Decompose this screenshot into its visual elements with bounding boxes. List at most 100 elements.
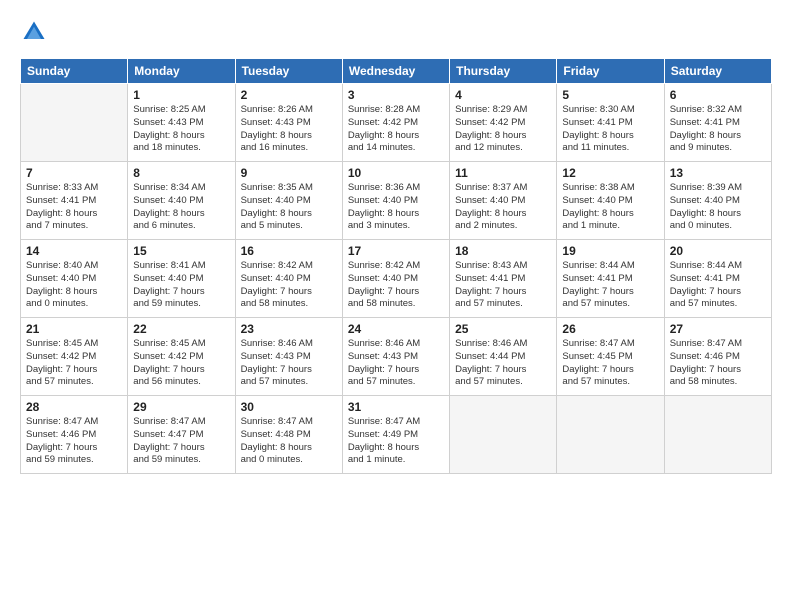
day-info: Sunrise: 8:46 AM Sunset: 4:43 PM Dayligh… bbox=[348, 338, 444, 389]
day-number: 17 bbox=[348, 244, 444, 258]
calendar-header-wednesday: Wednesday bbox=[342, 59, 449, 84]
logo-icon bbox=[20, 18, 48, 46]
calendar-cell: 4 Sunrise: 8:29 AM Sunset: 4:42 PM Daylig… bbox=[450, 84, 557, 162]
calendar-cell: 16 Sunrise: 8:42 AM Sunset: 4:40 PM Dayli… bbox=[235, 240, 342, 318]
calendar-cell: 2Sunrise: 8:26 AM Sunset: 4:43 PM Daylig… bbox=[235, 84, 342, 162]
calendar-week-row: 1 Sunrise: 8:25 AM Sunset: 4:43 PM Daylig… bbox=[21, 84, 772, 162]
calendar-cell bbox=[557, 396, 664, 474]
day-number: 4 bbox=[455, 88, 551, 102]
day-info: Sunrise: 8:45 AM Sunset: 4:42 PM Dayligh… bbox=[133, 338, 229, 389]
calendar-cell: 22 Sunrise: 8:45 AM Sunset: 4:42 PM Dayli… bbox=[128, 318, 235, 396]
day-info: Sunrise: 8:42 AM Sunset: 4:40 PM Dayligh… bbox=[348, 260, 444, 311]
day-info: Sunrise: 8:40 AM Sunset: 4:40 PM Dayligh… bbox=[26, 260, 122, 311]
day-info: Sunrise: 8:25 AM Sunset: 4:43 PM Dayligh… bbox=[133, 104, 229, 155]
calendar-cell: 1 Sunrise: 8:25 AM Sunset: 4:43 PM Daylig… bbox=[128, 84, 235, 162]
calendar-header-saturday: Saturday bbox=[664, 59, 771, 84]
day-info: Sunrise: 8:45 AM Sunset: 4:42 PM Dayligh… bbox=[26, 338, 122, 389]
calendar-cell: 20 Sunrise: 8:44 AM Sunset: 4:41 PM Dayli… bbox=[664, 240, 771, 318]
day-number: 1 bbox=[133, 88, 229, 102]
day-number: 3 bbox=[348, 88, 444, 102]
calendar-cell: 7 Sunrise: 8:33 AM Sunset: 4:41 PM Daylig… bbox=[21, 162, 128, 240]
day-info: Sunrise: 8:47 AM Sunset: 4:46 PM Dayligh… bbox=[670, 338, 766, 389]
day-number: 6 bbox=[670, 88, 766, 102]
day-info: Sunrise: 8:35 AM Sunset: 4:40 PM Dayligh… bbox=[241, 182, 337, 233]
calendar-cell: 6 Sunrise: 8:32 AM Sunset: 4:41 PM Daylig… bbox=[664, 84, 771, 162]
day-number: 26 bbox=[562, 322, 658, 336]
calendar-cell: 29 Sunrise: 8:47 AM Sunset: 4:47 PM Dayli… bbox=[128, 396, 235, 474]
day-info: Sunrise: 8:32 AM Sunset: 4:41 PM Dayligh… bbox=[670, 104, 766, 155]
day-number: 10 bbox=[348, 166, 444, 180]
day-number: 23 bbox=[241, 322, 337, 336]
day-info: Sunrise: 8:43 AM Sunset: 4:41 PM Dayligh… bbox=[455, 260, 551, 311]
calendar-cell: 3Sunrise: 8:28 AM Sunset: 4:42 PM Daylig… bbox=[342, 84, 449, 162]
calendar-cell: 13 Sunrise: 8:39 AM Sunset: 4:40 PM Dayli… bbox=[664, 162, 771, 240]
calendar-cell: 25 Sunrise: 8:46 AM Sunset: 4:44 PM Dayli… bbox=[450, 318, 557, 396]
day-number: 28 bbox=[26, 400, 122, 414]
day-number: 11 bbox=[455, 166, 551, 180]
day-number: 12 bbox=[562, 166, 658, 180]
day-info: Sunrise: 8:39 AM Sunset: 4:40 PM Dayligh… bbox=[670, 182, 766, 233]
calendar-cell: 14 Sunrise: 8:40 AM Sunset: 4:40 PM Dayli… bbox=[21, 240, 128, 318]
day-number: 20 bbox=[670, 244, 766, 258]
day-info: Sunrise: 8:47 AM Sunset: 4:48 PM Dayligh… bbox=[241, 416, 337, 467]
day-info: Sunrise: 8:41 AM Sunset: 4:40 PM Dayligh… bbox=[133, 260, 229, 311]
day-number: 15 bbox=[133, 244, 229, 258]
day-number: 19 bbox=[562, 244, 658, 258]
calendar-cell: 5Sunrise: 8:30 AM Sunset: 4:41 PM Daylig… bbox=[557, 84, 664, 162]
day-number: 7 bbox=[26, 166, 122, 180]
day-info: Sunrise: 8:38 AM Sunset: 4:40 PM Dayligh… bbox=[562, 182, 658, 233]
calendar-cell: 26Sunrise: 8:47 AM Sunset: 4:45 PM Dayli… bbox=[557, 318, 664, 396]
day-info: Sunrise: 8:36 AM Sunset: 4:40 PM Dayligh… bbox=[348, 182, 444, 233]
day-number: 21 bbox=[26, 322, 122, 336]
day-number: 29 bbox=[133, 400, 229, 414]
day-number: 30 bbox=[241, 400, 337, 414]
day-number: 5 bbox=[562, 88, 658, 102]
calendar-cell: 23 Sunrise: 8:46 AM Sunset: 4:43 PM Dayli… bbox=[235, 318, 342, 396]
day-number: 27 bbox=[670, 322, 766, 336]
calendar-header-sunday: Sunday bbox=[21, 59, 128, 84]
day-info: Sunrise: 8:29 AM Sunset: 4:42 PM Dayligh… bbox=[455, 104, 551, 155]
calendar-cell: 10 Sunrise: 8:36 AM Sunset: 4:40 PM Dayli… bbox=[342, 162, 449, 240]
calendar-cell: 9 Sunrise: 8:35 AM Sunset: 4:40 PM Daylig… bbox=[235, 162, 342, 240]
day-info: Sunrise: 8:44 AM Sunset: 4:41 PM Dayligh… bbox=[562, 260, 658, 311]
calendar-cell: 27 Sunrise: 8:47 AM Sunset: 4:46 PM Dayli… bbox=[664, 318, 771, 396]
day-info: Sunrise: 8:47 AM Sunset: 4:46 PM Dayligh… bbox=[26, 416, 122, 467]
calendar-week-row: 7 Sunrise: 8:33 AM Sunset: 4:41 PM Daylig… bbox=[21, 162, 772, 240]
day-info: Sunrise: 8:34 AM Sunset: 4:40 PM Dayligh… bbox=[133, 182, 229, 233]
calendar-header-monday: Monday bbox=[128, 59, 235, 84]
day-number: 14 bbox=[26, 244, 122, 258]
calendar-week-row: 28 Sunrise: 8:47 AM Sunset: 4:46 PM Dayli… bbox=[21, 396, 772, 474]
day-number: 31 bbox=[348, 400, 444, 414]
day-number: 25 bbox=[455, 322, 551, 336]
calendar-cell: 15 Sunrise: 8:41 AM Sunset: 4:40 PM Dayli… bbox=[128, 240, 235, 318]
day-info: Sunrise: 8:46 AM Sunset: 4:44 PM Dayligh… bbox=[455, 338, 551, 389]
day-number: 8 bbox=[133, 166, 229, 180]
day-info: Sunrise: 8:33 AM Sunset: 4:41 PM Dayligh… bbox=[26, 182, 122, 233]
calendar-header-thursday: Thursday bbox=[450, 59, 557, 84]
day-info: Sunrise: 8:44 AM Sunset: 4:41 PM Dayligh… bbox=[670, 260, 766, 311]
day-number: 24 bbox=[348, 322, 444, 336]
day-info: Sunrise: 8:46 AM Sunset: 4:43 PM Dayligh… bbox=[241, 338, 337, 389]
calendar-cell: 28 Sunrise: 8:47 AM Sunset: 4:46 PM Dayli… bbox=[21, 396, 128, 474]
calendar-cell: 19 Sunrise: 8:44 AM Sunset: 4:41 PM Dayli… bbox=[557, 240, 664, 318]
day-info: Sunrise: 8:42 AM Sunset: 4:40 PM Dayligh… bbox=[241, 260, 337, 311]
calendar-cell: 30 Sunrise: 8:47 AM Sunset: 4:48 PM Dayli… bbox=[235, 396, 342, 474]
day-number: 9 bbox=[241, 166, 337, 180]
day-info: Sunrise: 8:37 AM Sunset: 4:40 PM Dayligh… bbox=[455, 182, 551, 233]
day-number: 22 bbox=[133, 322, 229, 336]
page: SundayMondayTuesdayWednesdayThursdayFrid… bbox=[0, 0, 792, 612]
calendar-cell: 12 Sunrise: 8:38 AM Sunset: 4:40 PM Dayli… bbox=[557, 162, 664, 240]
calendar-cell: 11 Sunrise: 8:37 AM Sunset: 4:40 PM Dayli… bbox=[450, 162, 557, 240]
day-number: 18 bbox=[455, 244, 551, 258]
calendar-cell bbox=[21, 84, 128, 162]
calendar-cell: 8 Sunrise: 8:34 AM Sunset: 4:40 PM Daylig… bbox=[128, 162, 235, 240]
calendar-week-row: 14 Sunrise: 8:40 AM Sunset: 4:40 PM Dayli… bbox=[21, 240, 772, 318]
calendar-header-row: SundayMondayTuesdayWednesdayThursdayFrid… bbox=[21, 59, 772, 84]
calendar-header-tuesday: Tuesday bbox=[235, 59, 342, 84]
day-number: 16 bbox=[241, 244, 337, 258]
calendar-cell: 21 Sunrise: 8:45 AM Sunset: 4:42 PM Dayli… bbox=[21, 318, 128, 396]
day-number: 13 bbox=[670, 166, 766, 180]
day-info: Sunrise: 8:47 AM Sunset: 4:47 PM Dayligh… bbox=[133, 416, 229, 467]
calendar-cell bbox=[450, 396, 557, 474]
day-info: Sunrise: 8:47 AM Sunset: 4:49 PM Dayligh… bbox=[348, 416, 444, 467]
